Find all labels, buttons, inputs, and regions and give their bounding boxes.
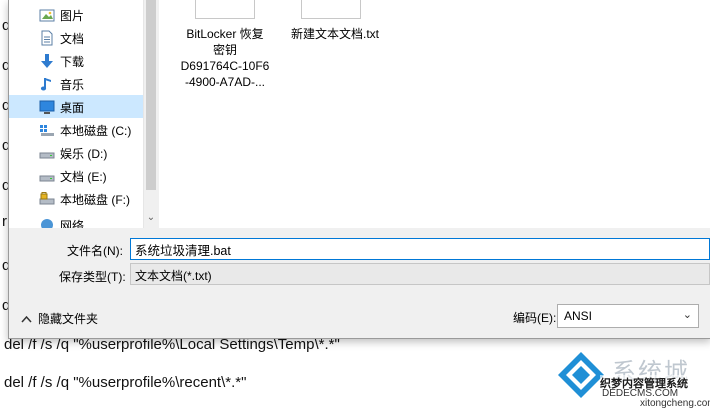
nav-item-label: 文档 [60, 32, 85, 46]
desktop-icon [39, 100, 55, 114]
encoding-value: ANSI [564, 309, 593, 323]
file-name-line: BitLocker 恢复 [186, 27, 264, 41]
nav-item-label: 本地磁盘 (C:) [60, 124, 132, 138]
nav-item-label: 本地磁盘 (F:) [60, 193, 130, 207]
nav-item-drive-f[interactable]: 本地磁盘 (F:) [9, 187, 143, 210]
download-icon [41, 54, 53, 68]
nav-item-label: 下载 [60, 55, 85, 69]
navigation-scrollbar[interactable]: ⌄ [143, 0, 159, 228]
encoding-label: 编码(E): [513, 311, 557, 325]
chevron-up-icon [21, 315, 32, 323]
save-type-select[interactable]: 文本文档(*.txt) [130, 263, 710, 285]
file-name-line: 密钥 [212, 43, 237, 57]
file-name-line: -4900-A7AD-... [184, 75, 266, 89]
hide-folders-label: 隐藏文件夹 [38, 312, 99, 326]
nav-item-label: 网络 [60, 219, 85, 228]
nav-item-documents[interactable]: 文档 [9, 26, 143, 49]
navigation-pane[interactable]: 图片 文档 下载 音乐 桌面 本地磁盘 (C:) 娱乐 (D:) 文档 (E:)… [9, 0, 143, 228]
encoding-select[interactable]: ANSI ⌄ [557, 304, 699, 328]
watermark-url: xitongcheng.com [640, 398, 710, 409]
text-file-icon [301, 0, 361, 19]
hide-folders-button[interactable]: 隐藏文件夹 [21, 310, 98, 327]
nav-item-label: 娱乐 (D:) [60, 147, 108, 161]
save-as-dialog: 图片 文档 下载 音乐 桌面 本地磁盘 (C:) 娱乐 (D:) 文档 (E:)… [8, 0, 710, 339]
documents-icon [41, 30, 53, 46]
pictures-icon [39, 9, 55, 22]
file-item-new-text-document[interactable]: 新建文本文档.txt [285, 26, 385, 42]
file-list[interactable]: BitLocker 恢复 密钥 D691764C-10F6 -4900-A7AD… [159, 0, 710, 228]
nav-item-music[interactable]: 音乐 [9, 72, 143, 95]
chevron-down-icon[interactable]: ⌄ [146, 212, 156, 224]
drive-icon [39, 175, 55, 182]
nav-item-label: 桌面 [60, 101, 85, 115]
nav-item-label: 文档 (E:) [60, 170, 107, 184]
script-line: del /f /s /q "%userprofile%\recent\*.*" [4, 374, 247, 391]
nav-item-downloads[interactable]: 下载 [9, 49, 143, 72]
watermark-logo-icon [558, 352, 604, 398]
nav-item-network[interactable]: 网络 [9, 213, 143, 228]
file-name-line: D691764C-10F6 [180, 59, 270, 73]
save-form: 文件名(N): 保存类型(T): 文本文档(*.txt) 隐藏文件夹 编码(E)… [9, 228, 710, 338]
filename-input[interactable] [130, 238, 710, 260]
text-fragment: r [2, 213, 7, 230]
chevron-down-icon: ⌄ [682, 309, 692, 321]
watermark: 系统城 织梦内容管理系统 DEDECMS.COM xitongcheng.com [556, 350, 710, 409]
nav-item-drive-d[interactable]: 娱乐 (D:) [9, 141, 143, 164]
drive-icon [39, 152, 55, 159]
network-icon [41, 219, 53, 228]
windows-drive-icon [40, 125, 54, 136]
music-icon [40, 78, 51, 91]
nav-item-label: 音乐 [60, 78, 85, 92]
save-type-label: 保存类型(T): [59, 270, 126, 284]
file-name-line: 新建文本文档.txt [290, 27, 379, 41]
text-file-icon [195, 0, 255, 19]
nav-item-desktop[interactable]: 桌面 [9, 95, 143, 118]
locked-drive-icon [39, 192, 55, 205]
scrollbar-thumb[interactable] [146, 0, 156, 190]
nav-item-drive-c[interactable]: 本地磁盘 (C:) [9, 118, 143, 141]
filename-label: 文件名(N): [67, 244, 123, 258]
file-item-bitlocker-key[interactable]: BitLocker 恢复 密钥 D691764C-10F6 -4900-A7AD… [179, 26, 271, 90]
nav-item-pictures[interactable]: 图片 [9, 3, 143, 26]
nav-item-drive-e[interactable]: 文档 (E:) [9, 164, 143, 187]
save-type-value: 文本文档(*.txt) [135, 269, 212, 283]
nav-item-label: 图片 [60, 9, 85, 23]
